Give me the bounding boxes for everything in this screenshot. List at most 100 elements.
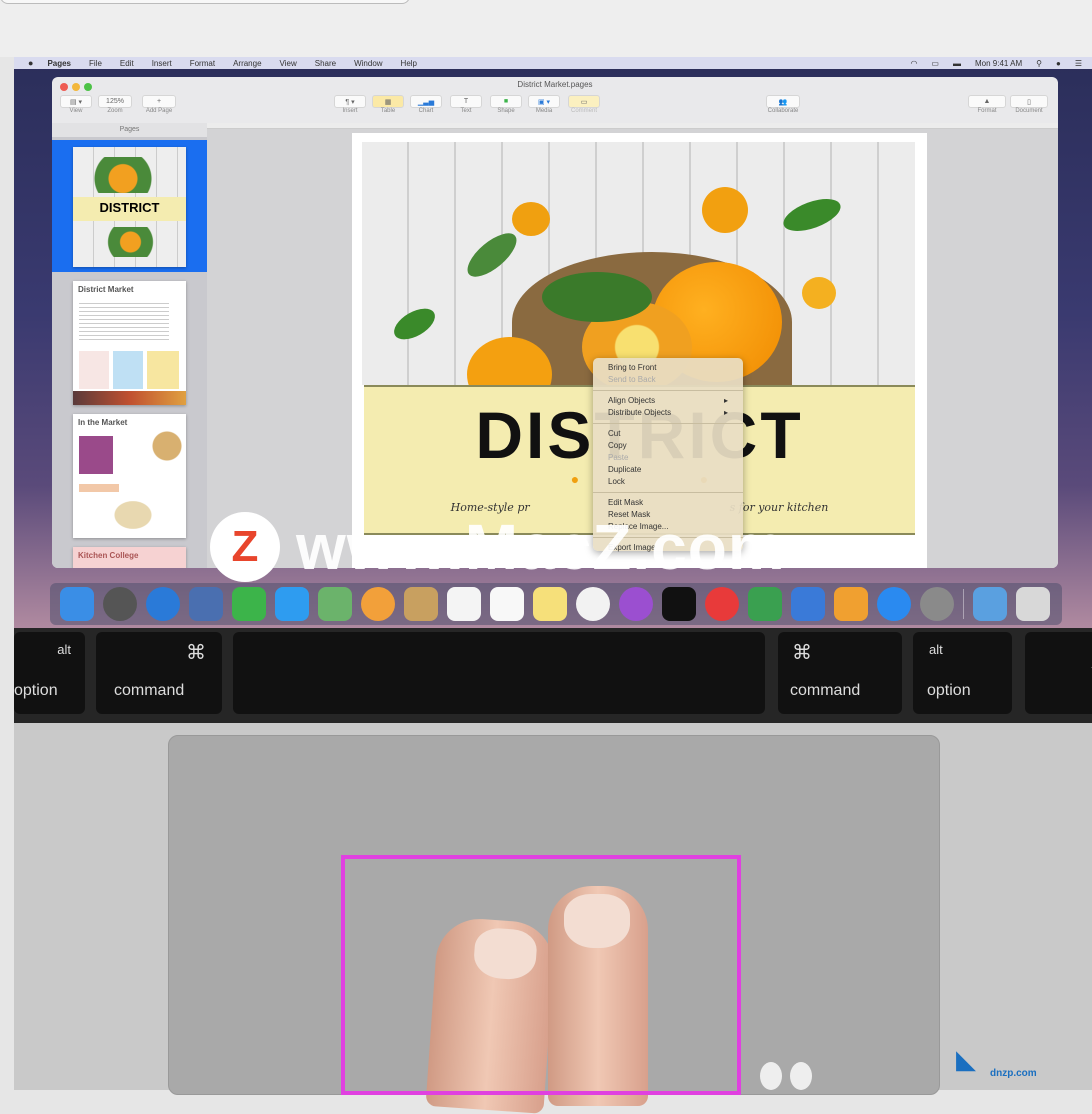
page-thumbnail-4[interactable]: Kitchen College (73, 547, 186, 568)
space-bar[interactable] (233, 632, 765, 714)
menu-file[interactable]: File (89, 59, 102, 68)
dock (50, 583, 1062, 625)
left-command-key[interactable]: ⌘ command (96, 632, 222, 714)
view-button[interactable]: ▤ ▾ View (60, 95, 92, 114)
menu-insert[interactable]: Insert (152, 59, 172, 68)
chart-button[interactable]: ▁▃▅ Chart (410, 95, 442, 114)
app-store-icon[interactable] (877, 587, 911, 621)
right-option-key[interactable]: alt option (913, 632, 1012, 714)
menu-help[interactable]: Help (401, 59, 417, 68)
sidebar-icon: ▤ ▾ (60, 95, 92, 108)
context-menu-item[interactable]: Lock (593, 476, 743, 488)
chart-icon: ▁▃▅ (410, 95, 442, 108)
zoom-menu[interactable]: 125% Zoom (98, 95, 132, 114)
siri-icon[interactable]: ● (1056, 59, 1061, 68)
text-button[interactable]: T Text (450, 95, 482, 114)
battery-icon[interactable]: ▬ (953, 59, 961, 68)
bezel-edge (0, 0, 410, 4)
menu-format[interactable]: Format (190, 59, 215, 68)
keynote-icon[interactable] (791, 587, 825, 621)
collaborate-button[interactable]: 👥 Collaborate (766, 95, 800, 114)
left-option-key[interactable]: alt option (14, 632, 85, 714)
submenu-arrow-icon: ▸ (723, 396, 728, 405)
watermark-logo: Z (210, 512, 280, 582)
watermark: Z www.MacZ.com (210, 510, 786, 584)
wifi-icon[interactable]: ◠ (910, 59, 917, 68)
pages-window: District Market.pages ▤ ▾ View 125% Zoom +… (52, 77, 1058, 568)
table-icon: ▦ (372, 95, 404, 108)
reminders-icon[interactable] (490, 587, 524, 621)
text-icon: T (450, 95, 482, 108)
photos-icon[interactable] (361, 587, 395, 621)
menu-window[interactable]: Window (354, 59, 382, 68)
collaborate-icon: 👥 (766, 95, 800, 108)
left-arrow-key[interactable]: ◀ (1025, 632, 1092, 714)
context-menu-item[interactable]: Paste (593, 452, 743, 464)
add-page-button[interactable]: + Add Page (142, 95, 176, 114)
numbers-icon[interactable] (748, 587, 782, 621)
media-button[interactable]: ▣ ▾ Media (528, 95, 560, 114)
downloads-icon[interactable] (973, 587, 1007, 621)
podcasts-icon[interactable] (619, 587, 653, 621)
context-menu-item[interactable]: Duplicate (593, 464, 743, 476)
context-menu-item[interactable]: Align Objects ▸ (593, 395, 743, 407)
trash-icon[interactable] (1016, 587, 1050, 621)
control-center-icon[interactable]: ☰ (1075, 59, 1082, 68)
pages-icon[interactable] (834, 587, 868, 621)
messages-icon[interactable] (275, 587, 309, 621)
context-menu-item[interactable]: Send to Back (593, 374, 743, 386)
finder-icon[interactable] (60, 587, 94, 621)
plus-icon: + (142, 95, 176, 108)
clock[interactable]: Mon 9:41 AM (975, 59, 1022, 68)
preview-icon[interactable] (189, 587, 223, 621)
page-thumbnails-sidebar: Pages DISTRICT District Market In the Ma… (52, 123, 207, 568)
contacts-icon[interactable] (404, 587, 438, 621)
document-icon: ▯ (1010, 95, 1048, 108)
apple-menu-icon[interactable]: ● (28, 58, 33, 68)
document-button[interactable]: ▯ Document (1010, 95, 1048, 114)
right-command-key[interactable]: ⌘ command (778, 632, 902, 714)
menu-pages[interactable]: Pages (47, 59, 71, 68)
facetime-icon[interactable] (232, 587, 266, 621)
spotlight-icon[interactable]: ⚲ (1036, 59, 1042, 68)
context-menu-item[interactable]: Copy (593, 440, 743, 452)
notes-icon[interactable] (533, 587, 567, 621)
airplay-icon[interactable]: ▭ (931, 59, 939, 68)
menu-edit[interactable]: Edit (120, 59, 134, 68)
media-icon: ▣ ▾ (528, 95, 560, 108)
paintbrush-icon: ▲ (968, 95, 1006, 108)
format-button[interactable]: ▲ Format (968, 95, 1006, 114)
context-menu-item[interactable]: Bring to Front (593, 362, 743, 374)
music-icon[interactable] (576, 587, 610, 621)
context-menu-item[interactable]: Edit Mask (593, 497, 743, 509)
thumb-image (93, 157, 168, 193)
cover-image[interactable] (362, 142, 915, 385)
comment-button[interactable]: ▭ Comment (568, 95, 600, 114)
system-preferences-icon[interactable] (920, 587, 954, 621)
context-menu-item[interactable]: Cut (593, 428, 743, 440)
menu-view[interactable]: View (280, 59, 297, 68)
touch-dot-icon (790, 1062, 812, 1090)
menu-share[interactable]: Share (315, 59, 336, 68)
menu-arrange[interactable]: Arrange (233, 59, 261, 68)
watermark-text: www.MacZ.com (296, 511, 786, 583)
shape-button[interactable]: ■ Shape (490, 95, 522, 114)
sidebar-header: Pages (52, 123, 207, 137)
context-menu-item[interactable]: Distribute Objects ▸ (593, 407, 743, 419)
page-thumbnail-1[interactable]: DISTRICT (73, 147, 186, 267)
safari-icon[interactable] (146, 587, 180, 621)
calendar-icon[interactable] (447, 587, 481, 621)
insert-button[interactable]: ¶ ▾ Insert (334, 95, 366, 114)
paragraph-icon: ¶ ▾ (334, 95, 366, 108)
news-icon[interactable] (705, 587, 739, 621)
table-button[interactable]: ▦ Table (372, 95, 404, 114)
submenu-arrow-icon: ▸ (723, 408, 728, 417)
menu-separator (593, 390, 743, 391)
page-thumbnail-2[interactable]: District Market (73, 281, 186, 405)
page-thumbnail-3[interactable]: In the Market (73, 414, 186, 538)
tv-icon[interactable] (662, 587, 696, 621)
shark-logo-icon: ◣ (956, 1044, 976, 1074)
launchpad-icon[interactable] (103, 587, 137, 621)
keyboard-row: alt option ⌘ command ⌘ command alt optio… (14, 628, 1092, 723)
maps-icon[interactable] (318, 587, 352, 621)
